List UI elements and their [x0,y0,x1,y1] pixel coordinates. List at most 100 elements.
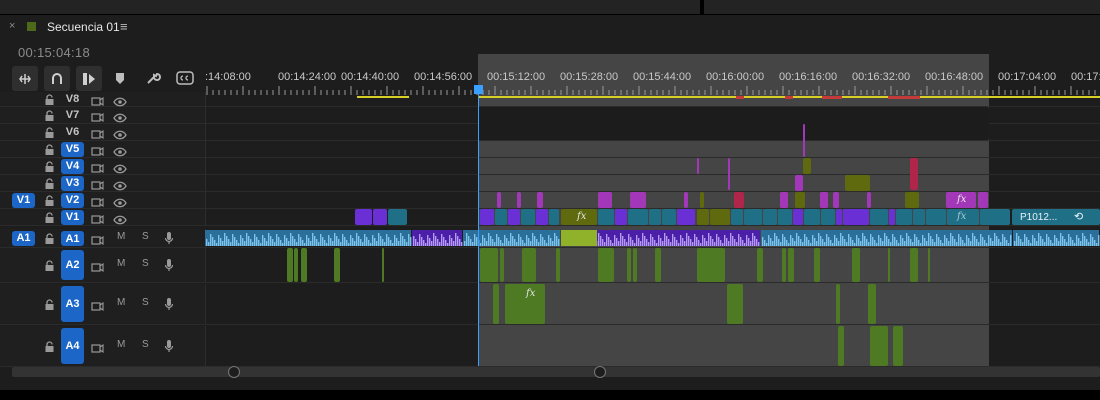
video-clip[interactable] [793,209,803,225]
lock-icon[interactable] [44,298,55,316]
video-clip[interactable] [889,209,895,225]
video-clip[interactable] [795,175,803,191]
audio-clip[interactable] [727,284,743,324]
video-clip[interactable] [780,192,788,208]
insert-edit-button[interactable] [76,66,102,91]
track-target-a1[interactable]: A1 [61,231,84,246]
video-clip[interactable] [598,192,612,208]
video-clip[interactable] [649,209,661,225]
video-clip[interactable] [778,209,792,225]
track-target-v8[interactable]: V8 [61,92,84,107]
mute-button[interactable]: M [117,258,125,269]
video-clip[interactable] [980,209,1010,225]
video-clip[interactable] [537,192,543,208]
mute-button[interactable]: M [117,231,125,242]
track-target-a3[interactable]: A3 [61,286,84,322]
video-clip[interactable] [700,192,704,208]
horizontal-scrollbar[interactable] [12,367,1100,377]
lock-icon[interactable] [44,259,55,277]
video-clip[interactable] [836,209,842,225]
video-clip[interactable] [804,209,820,225]
audio-clip[interactable] [493,284,499,324]
solo-button[interactable]: S [142,258,149,269]
video-clip[interactable] [833,192,839,208]
audio-clip[interactable] [910,248,918,282]
mute-button[interactable]: M [117,339,125,350]
microphone-icon[interactable] [164,339,174,358]
audio-clip[interactable] [627,248,631,282]
video-clip[interactable] [355,209,372,225]
sync-lock-icon[interactable] [91,299,104,317]
audio-clip[interactable] [556,248,560,282]
video-clip[interactable] [697,158,699,174]
lock-icon[interactable] [44,340,55,358]
video-clip[interactable] [684,192,688,208]
audio-clip[interactable] [505,284,545,324]
video-clip[interactable] [926,209,946,225]
solo-button[interactable]: S [142,297,149,308]
video-clip[interactable] [495,209,507,225]
video-clip[interactable] [697,209,709,225]
video-clip[interactable] [728,158,730,190]
audio-clip[interactable] [522,248,536,282]
audio-clip[interactable] [888,248,890,282]
playhead-timecode[interactable]: 00:15:04:18 [18,45,90,60]
audio-clip[interactable] [788,248,794,282]
video-clip[interactable] [731,209,743,225]
sync-lock-icon[interactable] [91,212,104,230]
audio-clip[interactable] [893,326,903,366]
microphone-icon[interactable] [164,297,174,316]
empty-track-band[interactable] [478,107,989,140]
video-clip[interactable] [870,209,888,225]
video-clip[interactable] [763,209,777,225]
video-clip[interactable] [480,209,494,225]
video-clip[interactable] [508,209,520,225]
scroll-zoom-handle-right[interactable] [594,366,606,378]
audio-clip[interactable] [782,248,786,282]
audio-clip[interactable] [697,248,725,282]
video-clip[interactable] [820,192,828,208]
video-clip[interactable] [744,209,762,225]
audio-clip-waveform-a1[interactable] [205,229,1100,247]
video-clip[interactable] [867,192,871,208]
audio-clip[interactable] [334,248,340,282]
lock-icon[interactable] [44,211,55,229]
scroll-zoom-handle-left[interactable] [228,366,240,378]
source-patch-v2[interactable]: V1 [12,192,35,208]
video-clip[interactable] [549,209,559,225]
track-target-a2[interactable]: A2 [61,250,84,280]
video-clip[interactable] [388,209,407,225]
audio-clip[interactable] [301,248,307,282]
solo-button[interactable]: S [142,339,149,350]
audio-clip[interactable] [287,248,293,282]
timeline-settings-button[interactable] [145,70,161,91]
video-clip[interactable] [905,192,919,208]
track-target-v1[interactable]: V1 [61,209,84,225]
audio-clip[interactable] [294,248,298,282]
track-target-v6[interactable]: V6 [61,125,84,140]
track-target-a4[interactable]: A4 [61,328,84,364]
track-target-v2[interactable]: V2 [61,192,84,208]
audio-clip[interactable] [852,248,860,282]
track-target-v4[interactable]: V4 [61,158,84,174]
audio-clip[interactable] [655,248,661,282]
add-marker-button[interactable] [112,70,128,91]
video-clip[interactable] [536,209,548,225]
audio-clip[interactable] [757,248,763,282]
audio-clip[interactable] [598,248,614,282]
close-tab-icon[interactable]: × [9,20,15,32]
playhead-line[interactable] [478,92,479,366]
captions-button[interactable] [176,71,194,90]
video-clip[interactable] [803,158,811,174]
audio-clip[interactable] [814,248,820,282]
audio-clip[interactable] [868,284,876,324]
audio-clip[interactable] [500,248,504,282]
sync-lock-icon[interactable] [91,260,104,278]
video-clip[interactable] [677,209,695,225]
video-clip[interactable] [630,192,646,208]
audio-clip[interactable] [382,248,384,282]
panel-menu-icon[interactable]: ≡ [120,19,128,34]
video-clip[interactable] [978,192,988,208]
track-target-v5[interactable]: V5 [61,141,84,157]
playhead-handle[interactable] [474,85,483,94]
